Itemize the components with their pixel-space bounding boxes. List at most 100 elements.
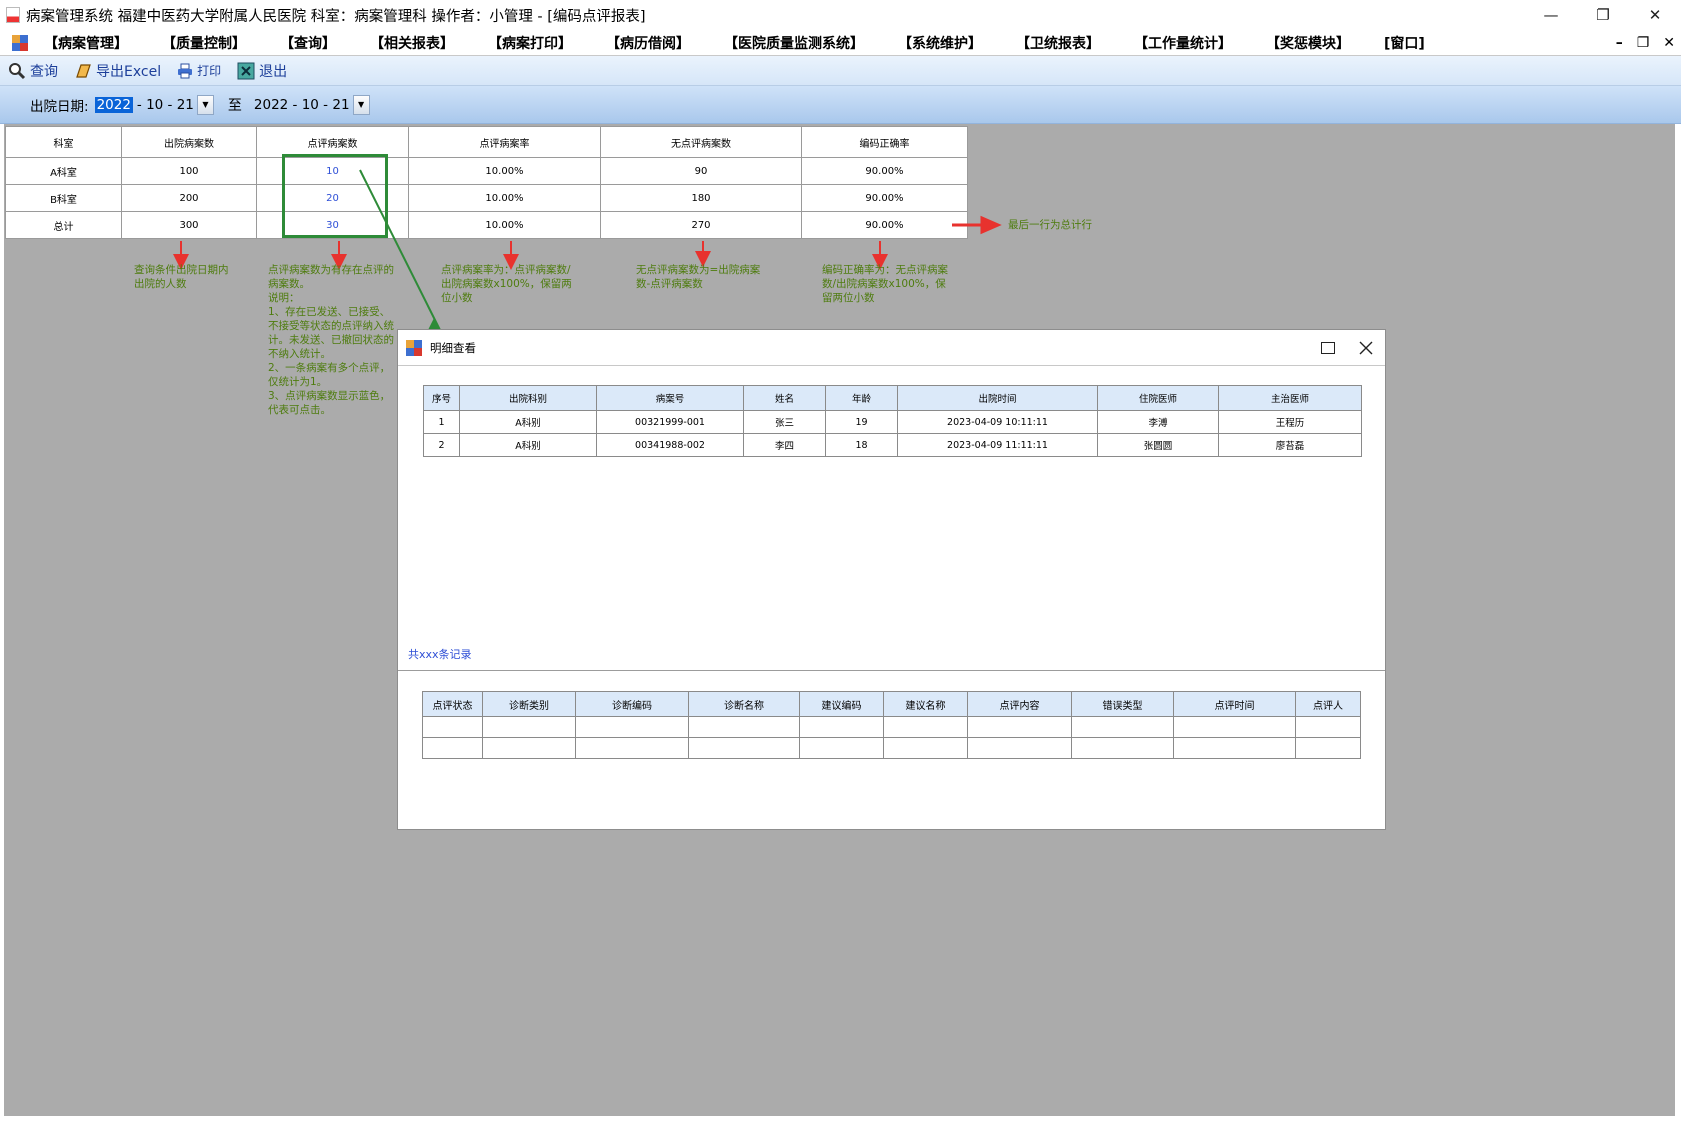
cell-unreviewed: 90 (600, 157, 802, 185)
date-from-year[interactable]: 2022 (94, 96, 133, 113)
mdi-close-button[interactable]: ✕ (1663, 35, 1675, 51)
cell-accuracy: 90.00% (801, 211, 968, 239)
frame-right (1675, 124, 1681, 1121)
note-review-rate: 点评病案率为：点评病案数/出院病案数x100%，保留两位小数 (441, 264, 572, 304)
export-excel-button[interactable]: 导出Excel (74, 61, 161, 81)
col-header-reviewer[interactable]: 点评人 (1295, 691, 1361, 717)
col-header-case-no[interactable]: 病案号 (596, 385, 744, 411)
col-header-review-rate[interactable]: 点评病案率 (408, 126, 601, 158)
cell-discharge-time: 2023-04-09 11:11:11 (897, 433, 1098, 457)
empty-cell (482, 737, 576, 759)
query-button[interactable]: 查询 (8, 61, 58, 81)
menu-item-quality-monitor[interactable]: 【医院质量监测系统】 (724, 33, 864, 53)
table-row[interactable] (422, 716, 1361, 738)
col-header-review-content[interactable]: 点评内容 (967, 691, 1072, 717)
cell-department: B科室 (5, 184, 122, 212)
menu-item-reports[interactable]: 【相关报表】 (370, 33, 454, 53)
empty-cell (1295, 737, 1361, 759)
cell-unreviewed: 270 (600, 211, 802, 239)
total-row[interactable]: 总计 300 30 10.00% 270 90.00% (5, 211, 968, 239)
date-from-rest[interactable]: - 10 - 21 (137, 97, 194, 113)
menu-item-case-management[interactable]: 【病案管理】 (44, 33, 128, 53)
cell-discharged: 100 (121, 157, 257, 185)
col-header-diag-name[interactable]: 诊断名称 (688, 691, 800, 717)
table-row[interactable]: 1 A科别 00321999-001 张三 19 2023-04-09 10:1… (423, 410, 1362, 434)
minimize-button[interactable]: — (1525, 0, 1577, 30)
exit-button[interactable]: 退出 (237, 61, 287, 81)
date-to-value[interactable]: 2022 - 10 - 21 (254, 97, 350, 113)
col-header-suggest-code[interactable]: 建议编码 (799, 691, 884, 717)
cell-accuracy: 90.00% (801, 184, 968, 212)
col-header-review-time[interactable]: 点评时间 (1173, 691, 1296, 717)
record-count: 共xxx条记录 (408, 648, 472, 661)
dialog-app-icon (406, 339, 422, 356)
dialog-close-button[interactable] (1347, 330, 1385, 366)
dialog-maximize-button[interactable] (1309, 330, 1347, 366)
col-header-seq[interactable]: 序号 (423, 385, 460, 411)
print-button[interactable]: 打印 (177, 62, 221, 79)
menu-item-workload[interactable]: 【工作量统计】 (1134, 33, 1232, 53)
window-title: 病案管理系统 福建中医药大学附属人民医院 科室：病案管理科 操作者：小管理 - … (26, 8, 646, 25)
col-header-error-type[interactable]: 错误类型 (1071, 691, 1174, 717)
menu-item-query[interactable]: 【查询】 (280, 33, 336, 53)
col-header-age[interactable]: 年龄 (825, 385, 898, 411)
menu-item-system-maintenance[interactable]: 【系统维护】 (898, 33, 982, 53)
cell-seq: 1 (423, 410, 460, 434)
col-header-discharge-dept[interactable]: 出院科别 (459, 385, 597, 411)
empty-cell (422, 716, 483, 738)
dialog-splitter[interactable] (398, 670, 1385, 671)
detail-records-table: 序号 出院科别 病案号 姓名 年龄 出院时间 住院医师 主治医师 1 A科别 0… (423, 385, 1362, 457)
table-row[interactable] (422, 737, 1361, 759)
table-header-row: 科室 出院病案数 点评病案数 点评病案率 无点评病案数 编码正确率 (5, 126, 968, 158)
date-from-dropdown-icon[interactable]: ▼ (196, 94, 214, 115)
col-header-discharge-time[interactable]: 出院时间 (897, 385, 1098, 411)
date-to-picker[interactable]: 2022 - 10 - 21 ▼ (254, 94, 370, 116)
col-header-department[interactable]: 科室 (5, 126, 122, 158)
empty-cell (1071, 737, 1174, 759)
col-header-review-status[interactable]: 点评状态 (422, 691, 483, 717)
mdi-restore-button[interactable]: ❐ (1637, 35, 1650, 51)
col-header-reviewed[interactable]: 点评病案数 (256, 126, 409, 158)
menu-item-health-stats[interactable]: 【卫统报表】 (1016, 33, 1100, 53)
col-header-unreviewed[interactable]: 无点评病案数 (600, 126, 802, 158)
table-row[interactable]: B科室 200 20 10.00% 180 90.00% (5, 184, 968, 212)
col-header-diag-category[interactable]: 诊断类别 (482, 691, 576, 717)
date-from-picker[interactable]: 2022 - 10 - 21 ▼ (94, 94, 214, 116)
note-total-row: 最后一行为总计行 (1008, 219, 1092, 231)
col-header-discharged[interactable]: 出院病案数 (121, 126, 257, 158)
dialog-title-bar: 明细查看 (398, 330, 1385, 366)
menu-item-record-borrow[interactable]: 【病历借阅】 (606, 33, 690, 53)
menu-item-rewards[interactable]: 【奖惩模块】 (1266, 33, 1350, 53)
empty-cell (575, 716, 689, 738)
menu-item-case-print[interactable]: 【病案打印】 (488, 33, 572, 53)
export-icon (76, 63, 91, 78)
table-row[interactable]: 2 A科别 00341988-002 李四 18 2023-04-09 11:1… (423, 433, 1362, 457)
mdi-minimize-button[interactable]: – (1616, 35, 1623, 51)
col-header-diag-code[interactable]: 诊断编码 (575, 691, 689, 717)
col-header-accuracy[interactable]: 编码正确率 (801, 126, 968, 158)
query-label: 查询 (30, 63, 58, 80)
cell-attending-doctor: 王程历 (1218, 410, 1362, 434)
empty-cell (799, 716, 884, 738)
print-label: 打印 (197, 64, 222, 78)
cell-discharged: 200 (121, 184, 257, 212)
cell-department: A科室 (5, 157, 122, 185)
empty-cell (482, 716, 576, 738)
app-menu-icon[interactable] (12, 34, 28, 51)
table-row[interactable]: A科室 100 10 10.00% 90 90.00% (5, 157, 968, 185)
col-header-resident-doctor[interactable]: 住院医师 (1097, 385, 1219, 411)
col-header-suggest-name[interactable]: 建议名称 (883, 691, 968, 717)
empty-cell (688, 737, 800, 759)
col-header-name[interactable]: 姓名 (743, 385, 826, 411)
maximize-icon (1321, 342, 1335, 354)
menu-item-quality-control[interactable]: 【质量控制】 (162, 33, 246, 53)
filter-bar: 出院日期: 2022 - 10 - 21 ▼ 至 2022 - 10 - 21 … (0, 86, 1681, 124)
menu-item-window[interactable]: [窗口] (1384, 33, 1425, 53)
printer-icon (178, 63, 193, 78)
close-button[interactable]: ✕ (1629, 0, 1681, 30)
cell-case-no: 00341988-002 (596, 433, 744, 457)
col-header-attending-doctor[interactable]: 主治医师 (1218, 385, 1362, 411)
app-icon (6, 7, 20, 23)
date-to-dropdown-icon[interactable]: ▼ (352, 94, 370, 115)
restore-button[interactable]: ❐ (1577, 0, 1629, 30)
